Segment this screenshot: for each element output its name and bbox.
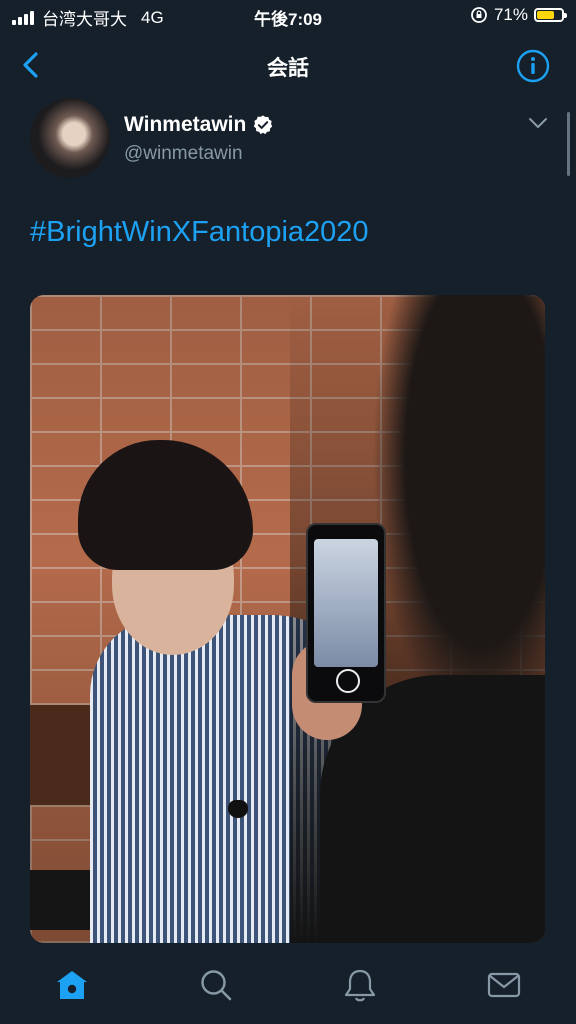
bell-icon[interactable] bbox=[342, 967, 378, 1003]
battery-level bbox=[537, 11, 555, 19]
tweet-photo[interactable] bbox=[30, 295, 545, 943]
page-title: 会話 bbox=[267, 57, 309, 80]
photo-shutter-button bbox=[336, 669, 360, 693]
verified-badge-icon bbox=[254, 115, 273, 135]
mail-icon[interactable] bbox=[486, 967, 522, 1003]
display-name-label: Winmetawin bbox=[124, 113, 247, 136]
display-name[interactable]: Winmetawin bbox=[124, 113, 274, 137]
tab-bar bbox=[0, 955, 576, 1024]
status-bar: 台湾大哥大 4G 午後7:09 71% bbox=[0, 0, 576, 32]
avatar[interactable] bbox=[30, 98, 110, 178]
scrollbar[interactable] bbox=[567, 112, 570, 176]
chevron-down-icon[interactable] bbox=[528, 116, 548, 130]
search-icon[interactable] bbox=[198, 967, 234, 1003]
battery-icon bbox=[534, 8, 567, 22]
hashtag-link[interactable]: #BrightWinXFantopia2020 bbox=[30, 216, 369, 249]
photo-smartphone bbox=[306, 523, 386, 703]
photo-smartphone-screen bbox=[314, 539, 378, 667]
home-icon[interactable] bbox=[54, 967, 90, 1003]
status-right: 71% bbox=[470, 5, 567, 25]
photo-heart-logo bbox=[228, 800, 248, 818]
user-handle: @winmetawin bbox=[124, 143, 243, 164]
orientation-lock-icon bbox=[471, 7, 487, 23]
nav-bar: 会話 bbox=[0, 38, 576, 94]
info-icon[interactable] bbox=[516, 49, 550, 83]
battery-percent: 71% bbox=[493, 5, 528, 24]
